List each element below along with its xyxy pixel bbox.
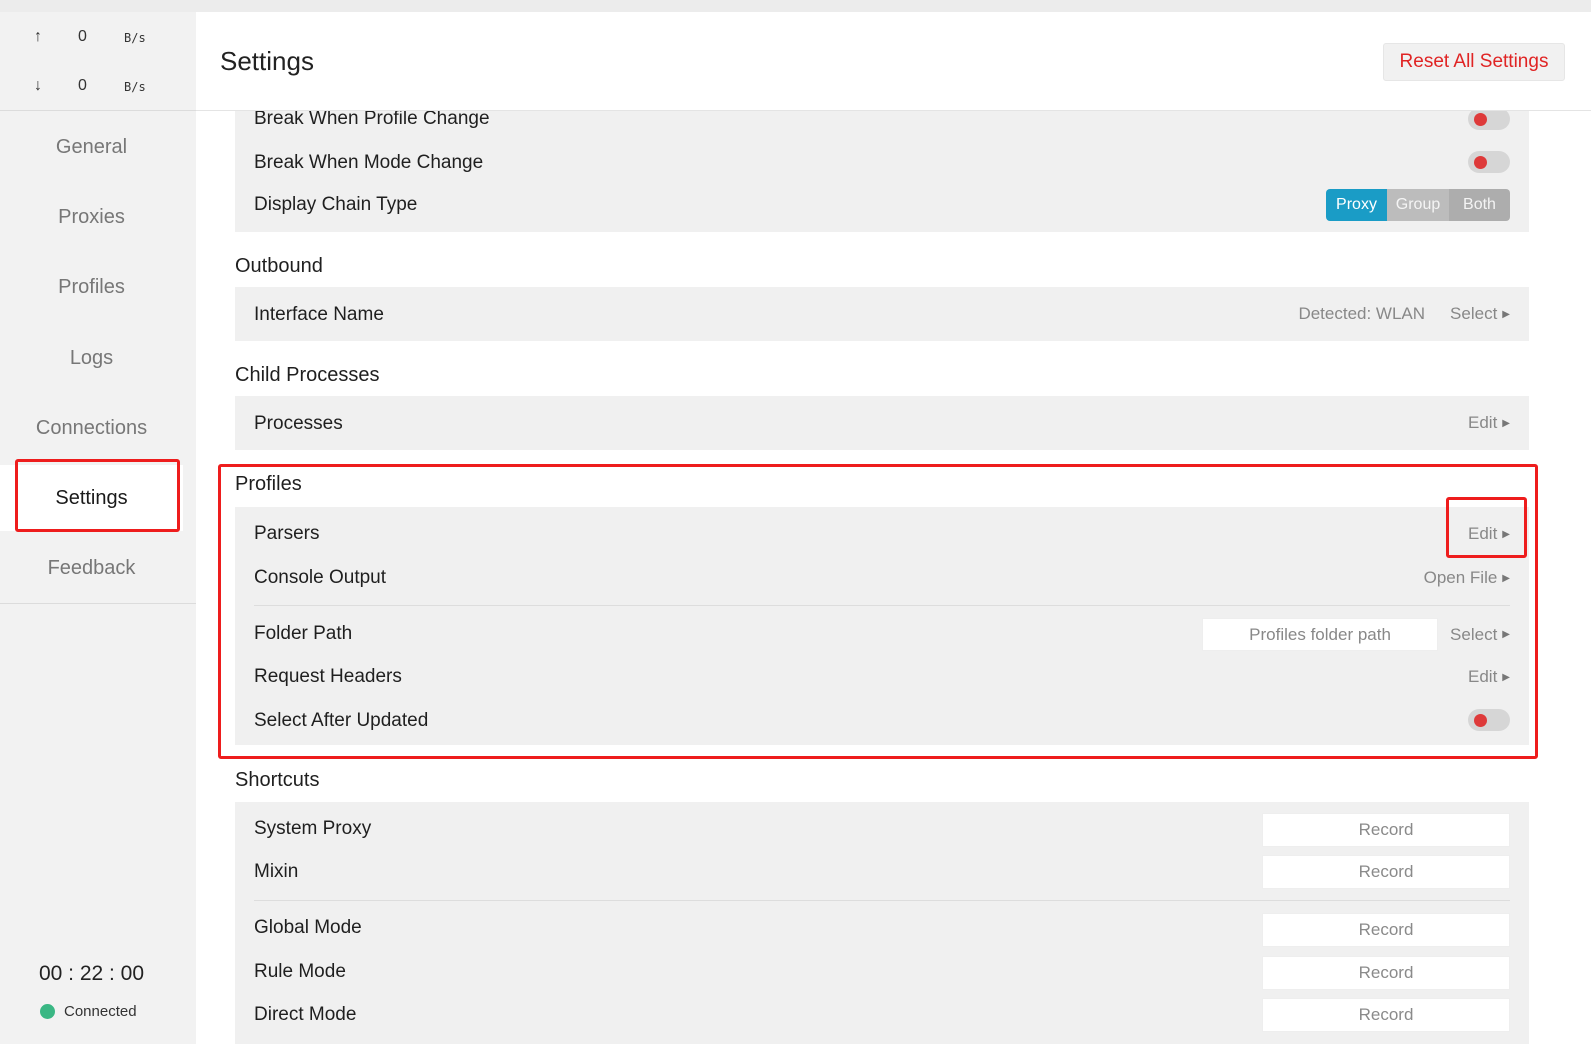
detected-interface: Detected: WLAN (1298, 304, 1426, 323)
chain-type-proxy-option[interactable]: Proxy (1326, 189, 1387, 221)
break-profile-change-toggle[interactable] (1468, 111, 1510, 130)
processes-edit-button[interactable]: Edit ▶ (1468, 413, 1510, 433)
sidebar-item-general[interactable]: General (0, 114, 183, 180)
chain-type-both-option[interactable]: Both (1449, 189, 1510, 221)
processes-label: Processes (254, 413, 343, 434)
toggle-knob (1474, 113, 1487, 126)
shortcuts-card: System Proxy Record Mixin Record Global … (235, 802, 1529, 1044)
break-mode-change-label: Break When Mode Change (254, 152, 484, 173)
status-dot-icon (40, 1004, 55, 1019)
sidebar-item-connections[interactable]: Connections (0, 395, 183, 461)
child-processes-card: Processes Edit ▶ (235, 396, 1529, 450)
mixin-record-input[interactable]: Record (1262, 855, 1510, 889)
shortcuts-divider (254, 900, 1510, 901)
chain-type-group-option[interactable]: Group (1387, 189, 1449, 221)
break-profile-change-label: Break When Profile Change (254, 111, 490, 129)
sidebar-item-logs[interactable]: Logs (0, 325, 183, 391)
reset-all-settings-button[interactable]: Reset All Settings (1383, 43, 1565, 81)
outbound-card: Interface Name Detected: WLAN Select ▶ (235, 287, 1529, 341)
break-mode-change-toggle[interactable] (1468, 151, 1510, 173)
direct-mode-record-input[interactable]: Record (1262, 998, 1510, 1032)
connection-status: Connected (40, 1003, 137, 1020)
sidebar-divider-bottom (0, 603, 196, 604)
chain-type-segmented-control: Proxy Group Both (1326, 189, 1510, 221)
global-mode-shortcut-label: Global Mode (254, 917, 362, 938)
processes-edit-label: Edit (1468, 413, 1498, 432)
download-speed: ↓ 0 B/s (0, 75, 196, 99)
interface-select-button[interactable]: Select ▶ (1450, 304, 1510, 324)
download-unit: B/s (124, 80, 146, 94)
global-mode-record-input[interactable]: Record (1262, 913, 1510, 947)
sidebar-item-profiles[interactable]: Profiles (0, 254, 183, 320)
upload-arrow-icon: ↑ (34, 28, 42, 45)
rule-mode-shortcut-label: Rule Mode (254, 961, 346, 982)
sidebar-item-feedback[interactable]: Feedback (0, 535, 183, 601)
system-proxy-record-input[interactable]: Record (1262, 813, 1510, 847)
page-header: Settings Reset All Settings (196, 12, 1591, 111)
connection-status-label: Connected (64, 1003, 137, 1020)
child-processes-section-title: Child Processes (235, 364, 380, 386)
system-proxy-shortcut-label: System Proxy (254, 818, 372, 839)
rule-mode-record-input[interactable]: Record (1262, 956, 1510, 990)
direct-mode-shortcut-label: Direct Mode (254, 1004, 357, 1025)
settings-highlight-box (15, 459, 180, 532)
profiles-section-highlight-box (218, 464, 1538, 759)
sidebar-divider (0, 110, 196, 111)
display-chain-type-label: Display Chain Type (254, 194, 418, 215)
caret-right-icon: ▶ (1502, 417, 1510, 429)
window-titlebar (0, 0, 1591, 12)
sidebar-item-proxies[interactable]: Proxies (0, 184, 183, 250)
upload-value: 0 (78, 28, 87, 45)
download-arrow-icon: ↓ (34, 77, 42, 94)
shortcuts-section-title: Shortcuts (235, 769, 320, 791)
upload-unit: B/s (124, 31, 146, 45)
outbound-section-title: Outbound (235, 255, 323, 277)
caret-right-icon: ▶ (1502, 308, 1510, 320)
page-title: Settings (220, 46, 314, 76)
uptime-timer: 00 : 22 : 00 (38, 962, 145, 985)
parsers-edit-highlight-box (1446, 497, 1527, 558)
mixin-shortcut-label: Mixin (254, 861, 299, 882)
connections-settings-card: Break When Profile Change Break When Mod… (235, 111, 1529, 232)
toggle-knob (1474, 156, 1487, 169)
upload-speed: ↑ 0 B/s (0, 26, 196, 50)
download-value: 0 (78, 77, 87, 94)
interface-name-label: Interface Name (254, 304, 384, 325)
interface-select-label: Select (1450, 304, 1498, 323)
